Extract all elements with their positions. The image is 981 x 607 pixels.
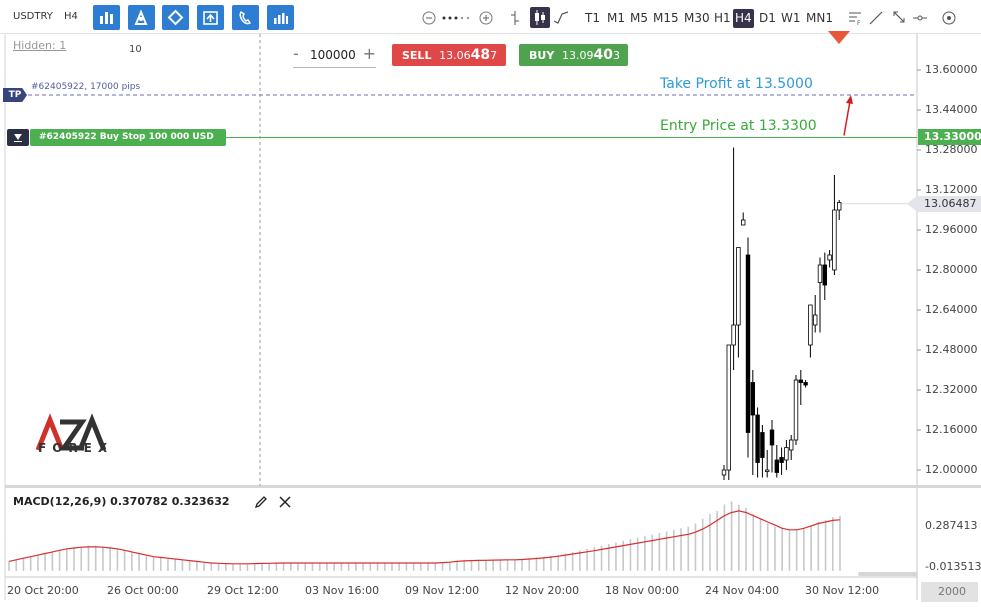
price-tick-label: 12.48000 — [925, 343, 978, 356]
time-tick-label: 18 Nov 00:00 — [605, 584, 680, 597]
time-tick-label: 03 Nov 16:00 — [305, 584, 380, 597]
candle-body — [827, 254, 832, 261]
candle-body — [779, 457, 784, 463]
price-tick-label: 12.64000 — [925, 303, 978, 316]
macd-indicator-label[interactable]: MACD(12,26,9) 0.370782 0.323632 — [13, 495, 230, 508]
candle-body — [837, 202, 842, 211]
price-tick-label: 13.12000 — [925, 183, 978, 196]
pending-order-tag[interactable]: #62405922 Buy Stop 100 000 USD — [30, 129, 226, 146]
sell-price-tail: 7 — [490, 49, 498, 62]
take-profit-tag[interactable]: TP — [3, 88, 27, 102]
candle-body — [726, 344, 731, 471]
candle-body — [798, 379, 803, 383]
pencil-icon[interactable] — [254, 496, 267, 509]
time-tick-label: 12 Nov 20:00 — [505, 584, 580, 597]
hidden-orders-count: 10 — [129, 44, 142, 55]
quantity-increase-button[interactable]: + — [363, 44, 376, 63]
macd-tick-lower: -0.013513 — [925, 560, 981, 573]
candle-body — [755, 414, 760, 463]
candle-body — [789, 439, 794, 451]
current-price-axis-label: 13.06487 — [918, 196, 981, 212]
take-profit-annotation: Take Profit at 13.5000 — [660, 76, 813, 92]
candle-body — [769, 429, 775, 446]
close-icon[interactable] — [279, 496, 291, 508]
price-chart[interactable] — [0, 0, 981, 607]
price-tick-label: 12.96000 — [925, 223, 978, 236]
buy-label: BUY — [529, 49, 555, 62]
triangle-down-icon — [14, 134, 22, 142]
sell-price-head: 13.06 — [439, 49, 471, 62]
time-tick-label: 20 Oct 20:00 — [7, 584, 79, 597]
buy-price-tail: 3 — [612, 49, 620, 62]
macd-tools — [254, 496, 291, 509]
buy-button[interactable]: BUY 13.09403 — [519, 44, 628, 66]
chart-area[interactable]: Hidden: 1 10 - 100000 + SELL 13.06487 BU… — [0, 0, 981, 607]
quantity-stepper[interactable]: - 100000 + — [293, 44, 376, 68]
horizontal-scrollbar[interactable] — [858, 572, 918, 576]
candle-body — [774, 459, 779, 473]
zoom-level-value: 2000 — [938, 585, 966, 598]
future-marker — [828, 31, 850, 44]
sell-price-big: 48 — [470, 47, 491, 63]
candle-body — [750, 382, 755, 416]
time-tick-label: 30 Nov 12:00 — [805, 584, 880, 597]
buy-price-head: 13.09 — [561, 49, 594, 62]
price-tick-label: 12.16000 — [925, 423, 978, 436]
candle-body — [813, 314, 818, 326]
time-tick-label: 29 Oct 12:00 — [207, 584, 279, 597]
candle-body — [760, 432, 765, 458]
candle-body — [745, 254, 751, 433]
price-tick-label: 13.60000 — [925, 63, 978, 76]
candle-body — [817, 264, 823, 283]
quantity-input[interactable]: 100000 — [310, 48, 356, 62]
tp-arrow-head — [846, 95, 853, 104]
candle-body — [808, 304, 813, 346]
order-menu-button[interactable] — [7, 129, 29, 146]
candle-body — [793, 379, 799, 441]
price-tick-label: 12.00000 — [925, 463, 978, 476]
take-profit-order-text: #62405922, 17000 pips — [31, 82, 141, 92]
candle-body — [822, 264, 827, 286]
candle-body — [741, 219, 746, 226]
pane-separator — [5, 485, 981, 488]
tp-arrow-shaft — [843, 100, 851, 136]
logo-forex-text: FOREX — [38, 441, 114, 455]
zoom-level-badge[interactable]: 2000 — [921, 582, 978, 602]
time-tick-label: 26 Oct 00:00 — [107, 584, 179, 597]
candle-body — [765, 469, 770, 472]
macd-signal-line — [8, 510, 841, 565]
time-tick-label: 09 Nov 12:00 — [405, 584, 480, 597]
macd-tick-upper: 0.287413 — [925, 519, 978, 532]
price-tick-label: 13.28000 — [925, 143, 978, 156]
candle-body — [731, 324, 736, 346]
price-tick-label: 12.80000 — [925, 263, 978, 276]
candle-body — [803, 382, 808, 386]
buy-price-big: 40 — [593, 47, 613, 63]
candle-body — [721, 469, 727, 476]
current-price-pointer — [907, 195, 917, 212]
quantity-decrease-button[interactable]: - — [293, 44, 299, 63]
entry-price-annotation: Entry Price at 13.3300 — [660, 118, 817, 134]
price-tick-label: 12.32000 — [925, 383, 978, 396]
price-tick-label: 13.44000 — [925, 103, 978, 116]
candle-body — [736, 247, 741, 326]
candle-body — [832, 209, 837, 271]
candle-body — [784, 447, 789, 461]
hidden-orders-link[interactable]: Hidden: 1 — [13, 39, 66, 52]
sell-button[interactable]: SELL 13.06487 — [392, 44, 506, 66]
sell-label: SELL — [402, 49, 432, 62]
time-tick-label: 24 Nov 04:00 — [705, 584, 780, 597]
